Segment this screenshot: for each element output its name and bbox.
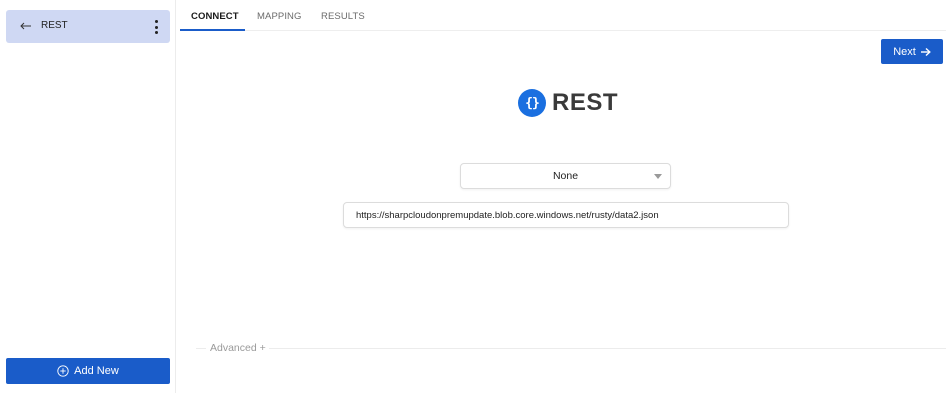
sidebar: REST Add New (0, 0, 176, 393)
add-new-label: Add New (74, 365, 119, 377)
more-options-icon[interactable] (153, 20, 159, 34)
connector-name: REST (552, 89, 619, 116)
arrow-right-icon (920, 47, 931, 56)
divider (268, 347, 946, 349)
sidebar-item-rest[interactable]: REST (6, 10, 170, 43)
back-arrow-icon (20, 22, 31, 30)
chevron-down-icon (654, 174, 662, 179)
next-button[interactable]: Next (881, 39, 943, 64)
next-button-label: Next (893, 45, 916, 58)
connector-logo: {} REST (518, 88, 618, 118)
tab-results[interactable]: RESULTS (321, 11, 365, 22)
braces-icon: {} (518, 89, 546, 117)
tab-mapping[interactable]: MAPPING (257, 11, 302, 22)
tab-bar: CONNECT MAPPING RESULTS (180, 0, 946, 31)
tab-connect[interactable]: CONNECT (191, 11, 239, 22)
auth-type-value: None (552, 170, 579, 182)
active-tab-indicator (180, 29, 245, 31)
plus-circle-icon (57, 365, 69, 377)
add-new-button[interactable]: Add New (6, 358, 170, 384)
divider (196, 347, 206, 349)
advanced-toggle[interactable]: Advanced + (196, 341, 946, 355)
advanced-label: Advanced + (210, 342, 266, 354)
url-input[interactable] (343, 202, 789, 228)
sidebar-item-label: REST (41, 20, 68, 31)
auth-type-select[interactable]: None (460, 163, 671, 189)
